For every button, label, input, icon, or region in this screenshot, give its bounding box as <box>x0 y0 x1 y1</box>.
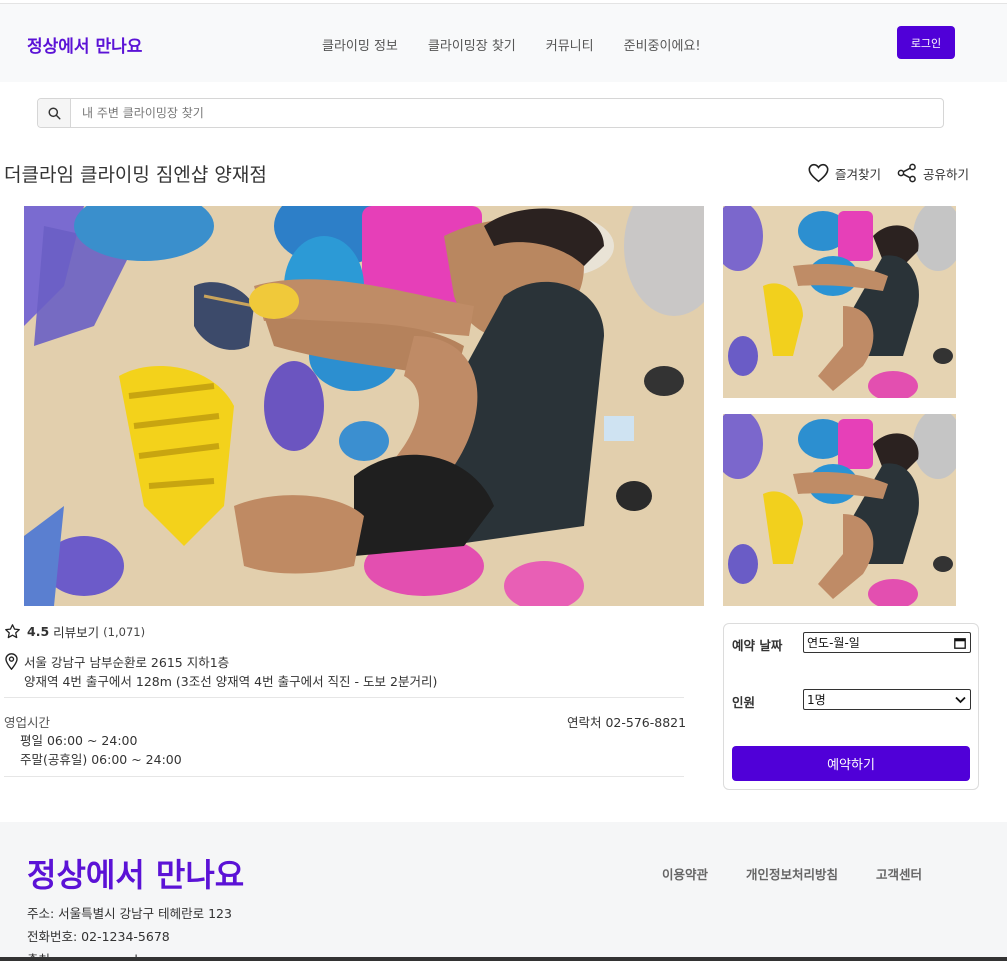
nav-community[interactable]: 커뮤니티 <box>546 35 594 54</box>
hours-weekday: 평일 06:00 ~ 24:00 <box>20 733 138 748</box>
share-label: 공유하기 <box>923 166 970 182</box>
gym-actions: 즐겨찾기 공유하기 <box>808 163 969 183</box>
login-button[interactable]: 로그인 <box>897 26 955 59</box>
bottom-bar <box>0 957 1007 961</box>
site-logo[interactable]: 정상에서 만나요 <box>27 32 142 57</box>
heart-icon <box>808 163 829 183</box>
favorite-label: 즐겨찾기 <box>835 166 882 182</box>
calendar-icon <box>954 637 966 649</box>
date-input[interactable]: 연도-월-일 <box>803 632 971 653</box>
search-bar <box>37 98 944 128</box>
search-input[interactable] <box>71 99 943 127</box>
search-icon[interactable] <box>38 99 71 127</box>
directions-line: 양재역 4번 출구에서 128m (3조선 양재역 4번 출구에서 직진 - 도… <box>24 674 438 689</box>
footer-address: 주소: 서울특별시 강남구 테헤란로 123 <box>27 906 232 921</box>
star-icon <box>5 624 20 639</box>
footer-phone: 전화번호: 02-1234-5678 <box>27 929 170 944</box>
gym-title: 더클라임 클라이밍 짐엔샵 양재점 <box>4 164 267 186</box>
nav-climbing-info[interactable]: 클라이밍 정보 <box>322 35 398 54</box>
date-label: 예약 날짜 <box>732 638 783 653</box>
main-gym-photo[interactable] <box>24 206 704 606</box>
footer-links: 이용약관 개인정보처리방침 고객센터 <box>662 864 960 883</box>
site-header: 정상에서 만나요 클라이밍 정보 클라이밍장 찾기 커뮤니티 준비중이에요! 로… <box>0 4 1007 82</box>
rating-value: 4.5 <box>27 624 50 639</box>
favorite-button[interactable]: 즐겨찾기 <box>808 163 881 183</box>
people-label: 인원 <box>732 695 756 710</box>
main-nav: 클라이밍 정보 클라이밍장 찾기 커뮤니티 준비중이에요! <box>322 35 731 54</box>
share-icon <box>897 163 916 183</box>
location-pin-icon <box>5 653 18 670</box>
nav-find-gym[interactable]: 클라이밍장 찾기 <box>428 35 516 54</box>
address-block: 서울 강남구 남부순환로 2615 지하1층 양재역 4번 출구에서 128m … <box>4 653 437 691</box>
footer-link-support[interactable]: 고객센터 <box>876 864 922 883</box>
share-button[interactable]: 공유하기 <box>897 163 969 183</box>
site-footer: 정상에서 만나요 이용약관 개인정보처리방침 고객센터 주소: 서울특별시 강남… <box>0 822 1007 961</box>
gym-photo-thumbnail-2[interactable] <box>723 414 956 606</box>
chevron-down-icon <box>955 696 966 703</box>
people-value: 1명 <box>807 693 826 707</box>
footer-link-terms[interactable]: 이용약관 <box>662 864 708 883</box>
address-line: 서울 강남구 남부순환로 2615 지하1층 <box>24 655 230 670</box>
climber-image <box>723 414 956 606</box>
hours-block: 평일 06:00 ~ 24:00 주말(공휴일) 06:00 ~ 24:00 <box>20 731 182 769</box>
gym-photo-thumbnail-1[interactable] <box>723 206 956 398</box>
people-select[interactable]: 1명 <box>803 689 971 710</box>
divider <box>4 697 684 698</box>
divider <box>4 776 684 777</box>
footer-link-privacy[interactable]: 개인정보처리방침 <box>746 864 838 883</box>
review-count: (1,071) <box>103 624 146 639</box>
footer-info: 주소: 서울특별시 강남구 테헤란로 123 전화번호: 02-1234-567… <box>27 902 232 961</box>
climber-image <box>723 206 956 398</box>
review-link[interactable]: 리뷰보기 <box>53 622 99 641</box>
reserve-button[interactable]: 예약하기 <box>732 746 970 781</box>
booking-panel: 예약 날짜 연도-월-일 인원 1명 예약하기 <box>723 623 979 790</box>
nav-coming-soon[interactable]: 준비중이에요! <box>624 35 701 54</box>
date-value: 연도-월-일 <box>807 636 860 650</box>
footer-logo[interactable]: 정상에서 만나요 <box>27 850 244 896</box>
climber-image <box>24 206 704 606</box>
hours-weekend: 주말(공휴일) 06:00 ~ 24:00 <box>20 752 182 767</box>
rating-row: 4.5 리뷰보기 (1,071) <box>4 622 145 641</box>
contact-phone: 연락처 02-576-8821 <box>567 715 687 730</box>
hours-label: 영업시간 <box>4 715 51 730</box>
